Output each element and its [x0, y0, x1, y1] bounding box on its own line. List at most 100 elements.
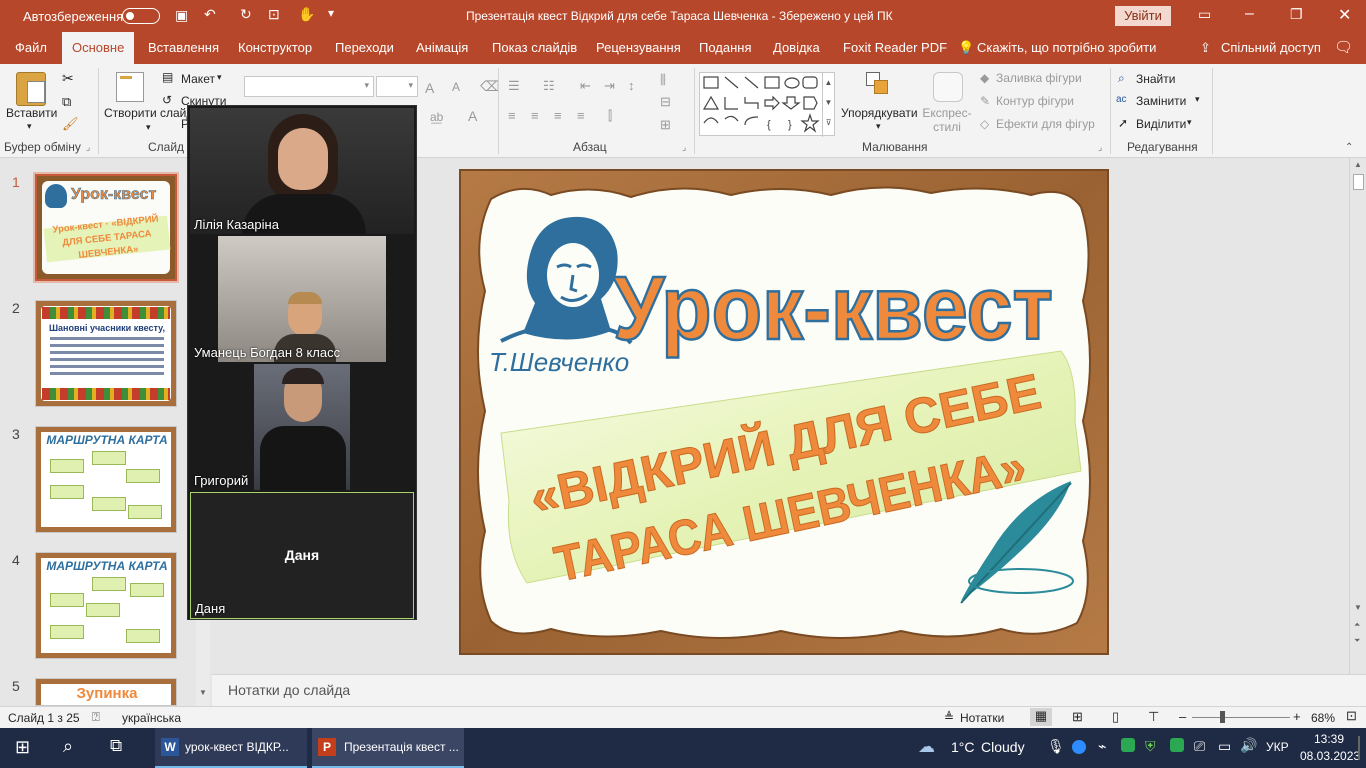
input-language[interactable]: УКР: [1266, 740, 1289, 754]
tab-transitions[interactable]: Переходи: [335, 32, 394, 64]
new-slide-button[interactable]: Створити слайд: [104, 106, 193, 120]
tab-slideshow[interactable]: Показ слайдів: [492, 32, 577, 64]
select-dropdown-icon[interactable]: ▾: [1187, 117, 1192, 128]
shape-outline-button[interactable]: Контур фігури: [996, 94, 1074, 108]
ribbon-display-icon[interactable]: ▭: [1198, 6, 1211, 23]
search-icon[interactable]: ⌕: [63, 736, 73, 757]
increase-indent-icon[interactable]: ⇥: [604, 78, 615, 94]
taskbar-app-word[interactable]: W урок-квест ВІДКР...: [155, 728, 307, 768]
font-size-box[interactable]: ▾: [376, 76, 418, 97]
volume-icon[interactable]: 🔊: [1240, 737, 1257, 754]
spellcheck-icon[interactable]: ⍰: [92, 709, 100, 725]
arrange-dropdown-icon[interactable]: ▾: [876, 121, 881, 132]
format-painter-icon[interactable]: 🖌: [62, 116, 79, 132]
collapse-ribbon-icon[interactable]: ⌃: [1345, 142, 1353, 153]
close-icon[interactable]: ✕: [1338, 5, 1351, 25]
layout-dropdown-icon[interactable]: ▾: [217, 72, 222, 83]
drawing-launcher-icon[interactable]: ⌟: [1098, 142, 1102, 153]
previous-slide-icon[interactable]: ⏶: [1354, 620, 1360, 630]
thumbnail-slide-2[interactable]: Шановні учасники квесту,: [35, 300, 177, 407]
zoom-level[interactable]: 68%: [1311, 711, 1335, 725]
zoom-app-icon[interactable]: [1072, 740, 1086, 754]
app-tray-icon[interactable]: [1170, 738, 1184, 752]
tab-file[interactable]: Файл: [15, 32, 47, 64]
tell-me-search[interactable]: Скажіть, що потрібно зробити: [977, 32, 1156, 64]
tab-insert[interactable]: Вставлення: [148, 32, 219, 64]
zoom-slider[interactable]: [1192, 717, 1290, 718]
char-spacing-icon[interactable]: a͟b: [430, 110, 443, 124]
clear-format-icon[interactable]: ⌫: [480, 78, 500, 95]
next-slide-icon[interactable]: ⏷: [1354, 636, 1360, 646]
security-icon[interactable]: ⛨: [1145, 738, 1156, 755]
select-button[interactable]: Виділити: [1136, 117, 1186, 131]
shape-effects-button[interactable]: Ефекти для фігур: [996, 117, 1095, 131]
clock-date[interactable]: 08.03.2023: [1300, 749, 1360, 763]
sign-in-button[interactable]: Увійти: [1115, 6, 1171, 26]
shape-fill-button[interactable]: Заливка фігури: [996, 71, 1082, 85]
notes-pane[interactable]: Нотатки до слайда: [212, 674, 1366, 706]
tab-review[interactable]: Рецензування: [596, 32, 681, 64]
new-slide-dropdown-icon[interactable]: ▾: [146, 122, 151, 133]
thumbnail-slide-5[interactable]: Зупинка: [35, 678, 177, 706]
zoom-slider-thumb[interactable]: [1220, 711, 1225, 723]
microphone-icon[interactable]: 🎙: [1047, 738, 1065, 755]
tab-home[interactable]: Основне: [62, 32, 135, 64]
shapes-gallery[interactable]: {} ▲ ▼ ⊽: [699, 72, 835, 137]
justify-icon[interactable]: ≡: [577, 108, 585, 123]
network-icon[interactable]: ⎚: [1194, 738, 1205, 755]
paragraph-launcher-icon[interactable]: ⌟: [682, 142, 686, 153]
minimize-icon[interactable]: –: [1245, 5, 1254, 23]
find-button[interactable]: Знайти: [1136, 72, 1175, 86]
normal-view-icon[interactable]: ▦: [1030, 708, 1052, 726]
thumbnail-slide-1[interactable]: Урок-квест Урок-квест · «ВІДКРИЙ ДЛЯ СЕБ…: [33, 172, 179, 283]
app-tray-icon[interactable]: [1121, 738, 1135, 752]
replace-dropdown-icon[interactable]: ▾: [1195, 94, 1200, 105]
maximize-icon[interactable]: ❐: [1290, 6, 1303, 23]
reading-view-icon[interactable]: ▯: [1112, 709, 1119, 725]
autosave-toggle[interactable]: [122, 8, 160, 24]
present-icon[interactable]: ⊡: [268, 6, 280, 23]
text-direction-icon[interactable]: ⫼: [660, 72, 666, 88]
layout-button[interactable]: Макет: [181, 72, 215, 86]
font-name-box[interactable]: ▾: [244, 76, 374, 97]
fit-to-window-icon[interactable]: ⊡: [1346, 708, 1357, 724]
weather-temperature[interactable]: 1°C: [951, 739, 975, 755]
customize-qat-icon[interactable]: ▾: [328, 6, 334, 20]
thumbnail-slide-4[interactable]: МАРШРУТНА КАРТА: [35, 552, 177, 659]
smartart-icon[interactable]: ⊞: [660, 117, 671, 133]
numbering-icon[interactable]: ☷: [543, 78, 555, 94]
tab-help[interactable]: Довідка: [773, 32, 820, 64]
participant-tile[interactable]: Уманець Богдан 8 класс: [190, 236, 414, 362]
zoom-in-icon[interactable]: +: [1293, 709, 1301, 724]
grow-font-icon[interactable]: A: [425, 80, 434, 96]
weather-condition[interactable]: Cloudy: [981, 739, 1025, 755]
editor-scrollbar[interactable]: ▲ ▼ ⏶ ⏷: [1349, 158, 1366, 674]
windows-start-icon[interactable]: ⊞: [15, 737, 30, 758]
participant-tile[interactable]: Лілія Казаріна: [190, 108, 414, 234]
tab-foxit[interactable]: Foxit Reader PDF: [843, 32, 947, 64]
paste-icon[interactable]: [16, 72, 46, 106]
slide-sorter-icon[interactable]: ⊞: [1072, 709, 1083, 725]
notes-toggle-button[interactable]: Нотатки: [960, 711, 1004, 725]
comments-icon[interactable]: 🗨: [1334, 32, 1353, 64]
copy-icon[interactable]: ⧉: [62, 94, 71, 110]
align-left-icon[interactable]: ≡: [508, 108, 516, 123]
decrease-indent-icon[interactable]: ⇤: [580, 78, 591, 94]
bullets-icon[interactable]: ☰: [508, 78, 520, 94]
align-text-icon[interactable]: ⊟: [660, 94, 671, 110]
undo-icon[interactable]: ↶: [204, 6, 216, 23]
taskbar-app-powerpoint[interactable]: P Презентація квест ...: [312, 728, 464, 768]
thumbnail-slide-3[interactable]: МАРШРУТНА КАРТА: [35, 426, 177, 533]
clock-time[interactable]: 13:39: [1314, 732, 1344, 746]
new-slide-icon[interactable]: [116, 72, 144, 102]
usb-icon[interactable]: ⌁: [1098, 738, 1106, 755]
save-icon[interactable]: ▣: [175, 7, 188, 24]
language-indicator[interactable]: українська: [122, 711, 181, 725]
tab-animations[interactable]: Анімація: [416, 32, 468, 64]
participant-tile[interactable]: Григорий: [190, 364, 414, 490]
shrink-font-icon[interactable]: A: [452, 80, 460, 94]
align-center-icon[interactable]: ≡: [531, 108, 539, 123]
quick-styles-button[interactable]: Експрес-стилі: [922, 106, 972, 134]
display-icon[interactable]: ▭: [1218, 738, 1231, 755]
share-button[interactable]: Спільний доступ: [1221, 32, 1321, 64]
